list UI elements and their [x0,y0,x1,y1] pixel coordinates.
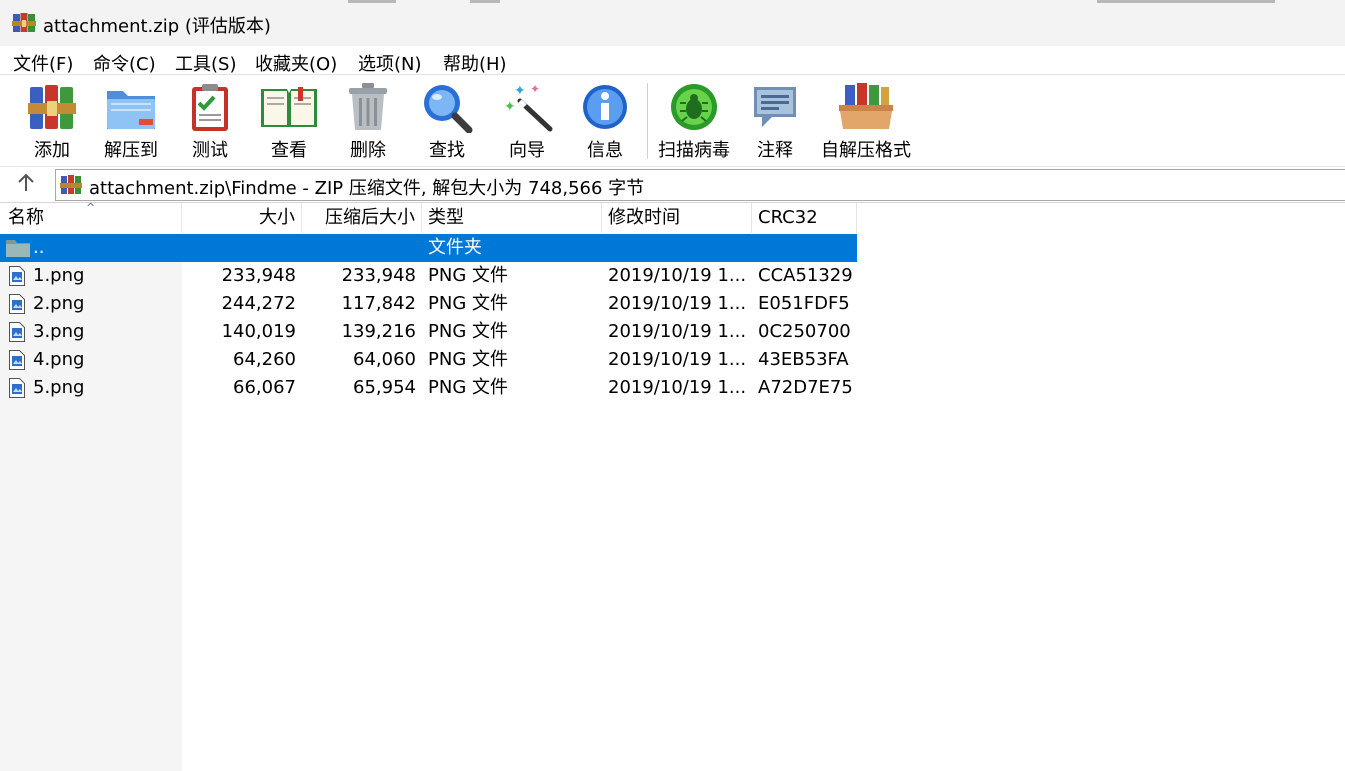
speech-bubble-icon [754,87,796,127]
toolbar-separator [647,83,648,159]
file-crc32: CCA51329 [758,265,853,286]
file-crc32: E051FDF5 [758,293,850,314]
sfx-button[interactable]: 自解压格式 [818,81,914,165]
up-arrow-icon [18,173,34,191]
file-modified: 2019/10/19 1... [608,321,747,342]
file-crc32: 0C250700 [758,321,851,342]
address-bar: attachment.zip\Findme - ZIP 压缩文件, 解包大小为 … [0,166,1345,203]
file-packed-size: 65,954 [353,377,416,398]
winrar-books-icon [12,13,36,32]
file-type: PNG 文件 [428,293,508,314]
trash-can-icon [349,83,387,130]
magnifier-icon [424,85,473,133]
menu-help[interactable]: 帮助(H) [443,50,507,76]
clipboard-check-icon [192,84,228,131]
sort-ascending-icon: ^ [86,201,96,214]
open-book-icon [261,87,317,127]
file-packed-size: 233,948 [341,265,416,286]
window-title: attachment.zip (评估版本) [43,16,271,37]
file-modified: 2019/10/19 1... [608,265,747,286]
sfx-box-icon [839,83,893,129]
png-file-icon [9,350,25,370]
menu-favorites[interactable]: 收藏夹(O) [255,50,337,76]
view-button[interactable]: 查看 [256,81,322,165]
column-header-modified[interactable]: 修改时间 [602,203,752,233]
find-button[interactable]: 查找 [418,81,476,165]
file-type: PNG 文件 [428,321,508,342]
wizard-button[interactable]: ✦ ✦ ✦ 向导 [498,81,556,165]
column-header-size[interactable]: 大小 [182,203,302,233]
menu-tools[interactable]: 工具(S) [175,50,236,76]
file-type: PNG 文件 [428,349,508,370]
add-button[interactable]: 添加 [22,81,82,165]
file-row[interactable]: 4.png 64,260 64,060 PNG 文件 2019/10/19 1... 43… [0,346,857,374]
test-button[interactable]: 测试 [182,81,238,165]
column-header-crc32[interactable]: CRC32 [752,203,857,233]
winrar-archive-icon [60,175,82,194]
file-modified: 2019/10/19 1... [608,293,747,314]
file-name: 1.png [33,265,85,286]
png-file-icon [9,378,25,398]
column-header-type[interactable]: 类型 [422,203,602,233]
png-file-icon [9,294,25,314]
file-list: ^ 名称 大小 压缩后大小 类型 修改时间 CRC32 .. 文件夹 1.png… [0,202,1345,771]
file-name: 3.png [33,321,85,342]
svg-text:✦: ✦ [530,82,540,96]
comment-button[interactable]: 注释 [748,81,802,165]
column-header-name[interactable]: ^ 名称 [0,201,182,233]
file-name: 4.png [33,349,85,370]
file-packed-size: 64,060 [353,349,416,370]
file-row[interactable]: 5.png 66,067 65,954 PNG 文件 2019/10/19 1... A7… [0,374,857,402]
file-type: PNG 文件 [428,265,508,286]
menu-file[interactable]: 文件(F) [13,50,73,76]
magic-wand-icon: ✦ ✦ ✦ [504,82,553,132]
file-size: 66,067 [233,377,296,398]
background-window-strip [1097,0,1275,3]
file-size: 140,019 [221,321,296,342]
background-window-strip [348,0,396,3]
file-row[interactable]: 3.png 140,019 139,216 PNG 文件 2019/10/19 1...… [0,318,857,346]
png-file-icon [9,266,25,286]
png-file-icon [9,322,25,342]
menu-commands[interactable]: 命令(C) [93,50,156,76]
file-crc32: A72D7E75 [758,377,853,398]
file-type: PNG 文件 [428,377,508,398]
info-button[interactable]: 信息 [578,81,632,165]
file-size: 244,272 [221,293,296,314]
menu-options[interactable]: 选项(N) [358,50,422,76]
up-folder-button[interactable] [8,172,44,198]
toolbar: 添加 解压到 测试 查看 删除 查找 ✦ ✦ ✦ 向导 信息 扫描病毒 注释 自… [0,74,1345,167]
svg-text:✦: ✦ [504,99,516,115]
add-archive-icon [28,85,76,129]
file-packed-size: 139,216 [341,321,416,342]
column-header-packed[interactable]: 压缩后大小 [302,203,422,233]
virus-scan-button[interactable]: 扫描病毒 [656,81,732,165]
file-modified: 2019/10/19 1... [608,349,747,370]
file-packed-size: 117,842 [341,293,416,314]
file-row[interactable]: 2.png 244,272 117,842 PNG 文件 2019/10/19 1...… [0,290,857,318]
menu-bar: 文件(F) 命令(C) 工具(S) 收藏夹(O) 选项(N) 帮助(H) [0,46,1345,76]
file-size: 233,948 [221,265,296,286]
background-window-strip [470,0,500,3]
title-bar: attachment.zip (评估版本) [0,0,1345,46]
svg-text:✦: ✦ [514,83,526,99]
address-field[interactable]: attachment.zip\Findme - ZIP 压缩文件, 解包大小为 … [55,169,1345,201]
parent-folder-row[interactable]: .. 文件夹 [0,234,857,262]
extract-to-button[interactable]: 解压到 [100,81,162,165]
file-name: 5.png [33,377,85,398]
file-name: 2.png [33,293,85,314]
folder-icon [6,240,30,257]
file-row[interactable]: 1.png 233,948 233,948 PNG 文件 2019/10/19 1...… [0,262,857,290]
file-modified: 2019/10/19 1... [608,377,747,398]
info-icon [583,85,627,129]
file-crc32: 43EB53FA [758,349,849,370]
delete-button[interactable]: 删除 [340,81,396,165]
folder-extract-icon [107,91,155,129]
file-size: 64,260 [233,349,296,370]
address-path: attachment.zip\Findme - ZIP 压缩文件, 解包大小为 … [89,178,645,199]
virus-bug-icon [671,84,717,130]
